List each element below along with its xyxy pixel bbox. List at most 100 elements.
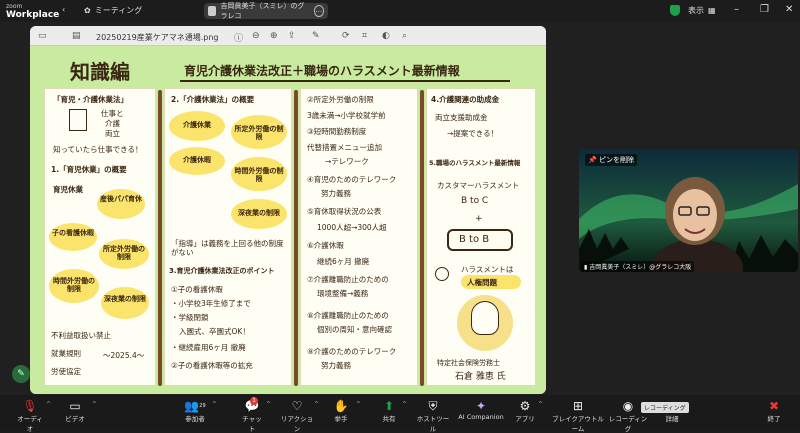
col3-line: ⑨介護のためのテレワーク: [307, 347, 397, 356]
chevron-up-icon[interactable]: ^: [266, 401, 271, 408]
reactions-button[interactable]: ♡ リアクション: [280, 399, 314, 433]
col1-item: 所定外労働の制限: [103, 245, 145, 261]
sidebar-toggle-icon[interactable]: ▭: [38, 31, 47, 41]
raise-hand-button[interactable]: ✋ 挙手: [330, 399, 352, 423]
col4-line: 両立支援助成金: [435, 113, 488, 122]
annotate-pencil-icon[interactable]: ✎: [12, 365, 30, 383]
participants-button[interactable]: 👥29 参加者: [182, 399, 208, 423]
col3-line: 1000人超→300人超: [317, 223, 387, 232]
sparkle-icon: ✦: [475, 399, 487, 413]
col4-line: +: [475, 214, 483, 224]
markup-icon[interactable]: ✎: [312, 31, 320, 41]
poster-chapter-title: 知識編: [70, 60, 130, 84]
col2-item: 介護休暇: [183, 156, 211, 164]
col3-line: ④育児のためのテレワーク: [307, 175, 397, 184]
preview-toolbar: ▭ ▤ 20250219産業ケアマネ通場.png ⓘ ⊖ ⊕ ⇪ ✎ ⟳ ⌗ ◐…: [30, 26, 546, 46]
col1-label-care: 介護: [105, 119, 120, 128]
col3-line: ③短時間勤務制度: [307, 127, 367, 136]
document-filename: 20250219産業ケアマネ通場.png: [96, 33, 219, 42]
col1-footer: 就業規則: [51, 349, 81, 358]
host-tools-label: ホストツール: [416, 415, 450, 433]
participants-icon: 👥29: [184, 399, 206, 413]
chevron-up-icon[interactable]: ^: [538, 401, 543, 408]
search-icon[interactable]: ⌕: [402, 31, 407, 41]
view-menu-icon[interactable]: ▤: [72, 31, 81, 41]
col4-line: →提案できる！: [447, 129, 499, 138]
paw-icon: ✿: [84, 6, 91, 15]
chevron-up-icon[interactable]: ^: [356, 401, 361, 408]
participants-count: 29: [199, 403, 206, 409]
col2-point: 入園式、卒園式OK！: [179, 327, 250, 336]
view-button[interactable]: 表示 ▦: [688, 5, 716, 16]
maximize-icon[interactable]: ❐: [760, 4, 769, 15]
col1-header: 「育児・介護休業法」: [53, 95, 128, 104]
end-meeting-button[interactable]: ✖ 終了: [764, 399, 784, 423]
audio-button[interactable]: 🎙 オーディオ: [16, 399, 44, 433]
speaker-portrait-icon: [471, 301, 499, 335]
host-tools-button[interactable]: ⛨ ホストツール: [414, 399, 452, 433]
encryption-shield-icon[interactable]: [670, 5, 680, 16]
participant-video-tile[interactable]: 📌 ピンを削除 ▮ 吉岡眞美子（スミレ）@グラレコ大阪: [579, 149, 798, 272]
col1-label-work: 仕事と: [101, 109, 124, 118]
crop-icon[interactable]: ⌗: [362, 31, 367, 41]
meeting-info-button[interactable]: ✿ ミーティング: [84, 5, 142, 16]
highlight-blob: [97, 189, 145, 219]
grid-icon: ▦: [708, 6, 716, 15]
signal-icon: ▮: [584, 264, 588, 271]
col2-item: 時間外労働の制限: [234, 167, 284, 183]
col2-point: ・学級閉鎖: [171, 313, 209, 322]
zoom-in-icon[interactable]: ⊕: [270, 31, 278, 41]
apps-button[interactable]: ⚙ アプリ: [514, 399, 536, 423]
view-label: 表示: [688, 6, 704, 15]
col1-note: 知っていたら仕事できる！: [53, 145, 143, 154]
minimize-icon[interactable]: –: [734, 4, 739, 15]
col4-line: 特定社会保険労務士: [437, 359, 500, 367]
chevron-left-icon[interactable]: ‹: [62, 5, 65, 14]
close-icon[interactable]: ✕: [785, 4, 793, 15]
col4-line: カスタマーハラスメント: [437, 181, 520, 190]
more-options-icon[interactable]: …: [313, 5, 325, 17]
poster-column-1: 「育児・介護休業法」 仕事と 介護 両立 知っていたら仕事できる！ 1.「育児休…: [44, 88, 156, 386]
camera-icon: ▭: [69, 399, 81, 413]
chevron-up-icon[interactable]: ^: [314, 401, 319, 408]
col1-item: 子の看護休暇: [52, 229, 94, 237]
col3-line: 努力義務: [321, 189, 351, 198]
share-icon[interactable]: ⇪: [288, 31, 296, 41]
chevron-up-icon[interactable]: ^: [92, 401, 97, 408]
col2-point: ・小学校3年生修了まで: [171, 299, 251, 308]
chevron-up-icon[interactable]: ^: [212, 401, 217, 408]
chat-badge: 1: [250, 397, 258, 405]
poster-column-4: 4.介護関連の助成金 両立支援助成金 →提案できる！ 5.職場のハラスメント最新…: [426, 88, 536, 386]
chat-button[interactable]: 💬 1 チャット: [240, 397, 264, 433]
col1-footer: 〜2025.4〜: [103, 351, 145, 360]
adjust-icon[interactable]: ◐: [382, 31, 390, 41]
end-call-icon: ✖: [768, 399, 780, 413]
col4-line: 4.介護関連の助成金: [431, 95, 500, 104]
chevron-up-icon[interactable]: ^: [46, 401, 51, 408]
breakout-rooms-button[interactable]: ⊞ ブレイクアウトルーム: [550, 399, 606, 433]
highlight-blob: [101, 287, 149, 319]
col3-line: 3歳未満→小学校就学前: [307, 111, 386, 120]
col3-line: 努力義務: [321, 361, 351, 370]
col2-point: ①子の看護休暇: [171, 285, 223, 294]
grid-icon: ⊞: [572, 399, 584, 413]
col2-section-title: 2.「介護休業法」の概要: [171, 95, 255, 104]
column-divider: [294, 90, 298, 386]
record-tooltip: レコーディング: [641, 402, 689, 413]
info-icon[interactable]: ⓘ: [234, 31, 243, 44]
share-label: 吉岡眞美子（スミレ）のグラレコ: [220, 2, 305, 20]
rotate-icon[interactable]: ⟳: [342, 31, 350, 41]
col3-line: ②所定外労働の制限: [307, 95, 374, 104]
zoom-out-icon[interactable]: ⊖: [252, 31, 260, 41]
poster-column-2: 2.「介護休業法」の概要 介護休業 所定外労働の制限 介護休暇 時間外労働の制限…: [164, 88, 292, 386]
col4-line: 5.職場のハラスメント最新情報: [429, 159, 521, 167]
share-indicator[interactable]: 吉岡眞美子（スミレ）のグラレコ …: [204, 2, 328, 20]
col2-item: 介護休業: [183, 121, 211, 129]
chat-label: チャット: [242, 415, 262, 433]
ai-companion-button[interactable]: ✦ AI Companion: [458, 399, 504, 421]
chevron-up-icon[interactable]: ^: [402, 401, 407, 408]
share-button[interactable]: ⬆ 共有: [378, 399, 400, 423]
col2-point: ・継続雇用6ヶ月 撤廃: [171, 343, 246, 352]
unpin-tag[interactable]: 📌 ピンを削除: [585, 154, 637, 166]
video-button[interactable]: ▭ ビデオ: [64, 399, 86, 423]
